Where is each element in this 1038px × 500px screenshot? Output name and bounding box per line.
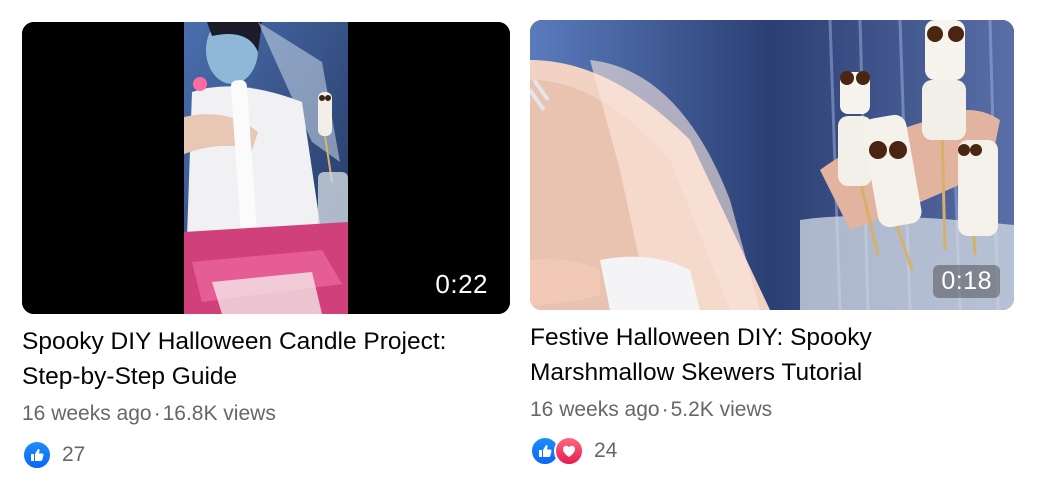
video-age: 16 weeks ago [22, 402, 152, 425]
reaction-summary[interactable]: 27 [22, 440, 85, 470]
video-thumbnail[interactable]: 0:22 [22, 22, 510, 314]
video-age: 16 weeks ago [530, 398, 660, 421]
reaction-count: 27 [62, 443, 86, 466]
video-title[interactable]: Spooky DIY Halloween Candle Project: Ste… [22, 324, 512, 394]
video-meta: 16 weeks ago·5.2K views [530, 398, 772, 422]
video-duration: 0:22 [435, 269, 488, 299]
reaction-count: 24 [594, 439, 618, 462]
video-duration: 0:18 [933, 265, 1000, 298]
video-views: 5.2K views [670, 398, 773, 421]
video-title[interactable]: Festive Halloween DIY: Spooky Marshmallo… [530, 320, 1020, 390]
reaction-summary[interactable]: 24 [530, 436, 617, 466]
like-icon [22, 440, 52, 470]
video-meta: 16 weeks ago·16.8K views [22, 402, 276, 426]
separator-dot: · [661, 398, 669, 421]
separator-dot: · [153, 402, 161, 425]
video-thumbnail[interactable]: 0:18 [530, 20, 1014, 310]
video-views: 16.8K views [162, 402, 276, 425]
love-icon [554, 436, 584, 466]
